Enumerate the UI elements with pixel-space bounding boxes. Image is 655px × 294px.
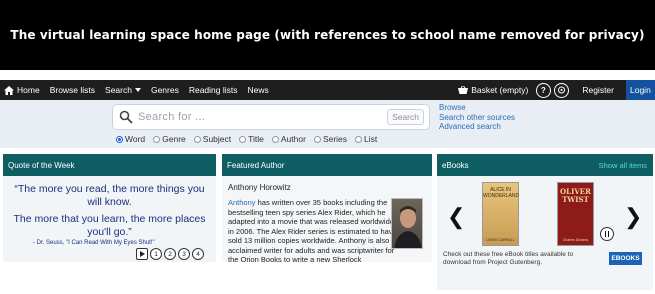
scope-word-label: Word (125, 134, 146, 144)
search-scope-radios: Word Genre Subject Title Author Series L… (116, 134, 385, 144)
featured-author-header: Featured Author (222, 154, 432, 176)
scope-word-radio[interactable]: Word (116, 134, 145, 144)
scope-subject-label: Subject (202, 134, 232, 144)
nav-home[interactable]: Home (0, 80, 45, 100)
quote-panel: Quote of the Week “The more you read, th… (3, 154, 216, 262)
search-button[interactable]: Search (387, 109, 424, 125)
pause-icon[interactable] (600, 227, 614, 241)
nav-reading-lists[interactable]: Reading lists (184, 80, 243, 100)
nav-genres[interactable]: Genres (146, 80, 184, 100)
help-button[interactable]: ? (535, 82, 551, 98)
scope-list-label: List (364, 134, 378, 144)
scope-author-radio[interactable]: Author (271, 134, 306, 144)
scope-list-radio[interactable]: List (355, 134, 377, 144)
banner-text: The virtual learning space home page (wi… (10, 28, 645, 42)
nav-right-group: Basket (empty) ? Register Login (452, 80, 655, 100)
book-cover-oliver[interactable]: OLIVER TWIST Charles Dickens (557, 182, 594, 246)
ebooks-panel: eBooks Show all items ❮ ❯ ALICE IN WONDE… (437, 154, 653, 290)
chevron-left-icon[interactable]: ❮ (447, 204, 465, 230)
login-button[interactable]: Login (626, 80, 655, 100)
help-icon: ? (540, 85, 546, 95)
chevron-right-icon[interactable]: ❯ (624, 204, 642, 230)
nav-news[interactable]: News (243, 80, 274, 100)
scope-subject-radio[interactable]: Subject (193, 134, 232, 144)
accessibility-icon (557, 86, 565, 94)
book-title-alice: ALICE IN WONDERLAND (483, 187, 520, 199)
play-icon[interactable] (136, 248, 148, 260)
basket-icon (458, 86, 469, 94)
ebooks-header: eBooks Show all items (437, 154, 653, 176)
nav-search-label: Search (105, 85, 132, 95)
privacy-banner: The virtual learning space home page (wi… (0, 0, 655, 70)
nav-browse-lists[interactable]: Browse lists (45, 80, 100, 100)
ebooks-logo[interactable]: EBOOKS (609, 252, 642, 265)
author-bio-text: has written over 35 books including the … (228, 198, 400, 262)
quote-text: “The more you read, the more things you … (8, 183, 211, 238)
author-name: Anthony Horowitz (228, 183, 291, 192)
top-nav-bar: Home Browse lists Search Genres Reading … (0, 80, 655, 100)
scope-series-radio[interactable]: Series (313, 134, 348, 144)
scope-series-label: Series (322, 134, 348, 144)
book-title-oliver: OLIVER TWIST (560, 187, 591, 204)
accessibility-button[interactable] (553, 82, 569, 98)
quote-page-3[interactable]: 3 (178, 248, 190, 260)
basket-link[interactable]: Basket (empty) (452, 85, 534, 95)
nav-reading-lists-label: Reading lists (188, 85, 238, 95)
book-author-oliver: Charles Dickens (562, 238, 589, 242)
nav-search[interactable]: Search (100, 80, 146, 100)
featured-author-panel: Featured Author Anthony Horowitz Anthony… (222, 154, 432, 262)
register-link[interactable]: Register (570, 85, 626, 95)
basket-label: Basket (empty) (471, 85, 529, 95)
quote-page-2[interactable]: 2 (164, 248, 176, 260)
search-links: Browse Search other sources Advanced sea… (439, 103, 515, 132)
quote-panel-header: Quote of the Week (3, 154, 216, 176)
scope-genre-radio[interactable]: Genre (153, 134, 186, 144)
search-input[interactable]: Search for ... Search (112, 104, 430, 130)
quote-carousel-controls: 1 2 3 4 (136, 248, 206, 260)
search-other-sources-link[interactable]: Search other sources (439, 113, 515, 123)
browse-link[interactable]: Browse (439, 103, 515, 113)
nav-home-label: Home (17, 85, 40, 95)
scope-author-label: Author (280, 134, 306, 144)
book-cover-alice[interactable]: ALICE IN WONDERLAND LEWIS CARROLL (482, 182, 519, 246)
nav-genres-label: Genres (150, 85, 179, 95)
search-placeholder: Search for ... (138, 111, 206, 123)
author-bio: Anthony has written over 35 books includ… (228, 198, 400, 262)
quote-attribution: - Dr. Seuss, "I Can Read With My Eyes Sh… (33, 240, 155, 246)
quote-line-1: “The more you read, the more things you … (14, 183, 205, 208)
scope-genre-label: Genre (162, 134, 186, 144)
home-icon (4, 85, 14, 95)
quote-page-4[interactable]: 4 (192, 248, 204, 260)
author-photo[interactable] (391, 198, 423, 249)
scope-title-radio[interactable]: Title (239, 134, 264, 144)
book-author-alice: LEWIS CARROLL (486, 238, 515, 242)
quote-page-1[interactable]: 1 (150, 248, 162, 260)
ebooks-description: Check out these free eBook titles availa… (443, 251, 574, 266)
featured-author-title: Featured Author (227, 160, 285, 170)
search-icon (119, 110, 133, 124)
nav-news-label: News (247, 85, 269, 95)
author-link[interactable]: Anthony (228, 198, 256, 207)
nav-browse-lists-label: Browse lists (49, 85, 96, 95)
chevron-down-icon (134, 88, 141, 92)
scope-title-label: Title (248, 134, 264, 144)
show-all-items-link[interactable]: Show all items (599, 161, 647, 170)
quote-line-2: The more that you learn, the more places… (13, 213, 206, 238)
quote-panel-title: Quote of the Week (8, 160, 75, 170)
advanced-search-link[interactable]: Advanced search (439, 122, 515, 132)
ebooks-title: eBooks (442, 160, 469, 170)
